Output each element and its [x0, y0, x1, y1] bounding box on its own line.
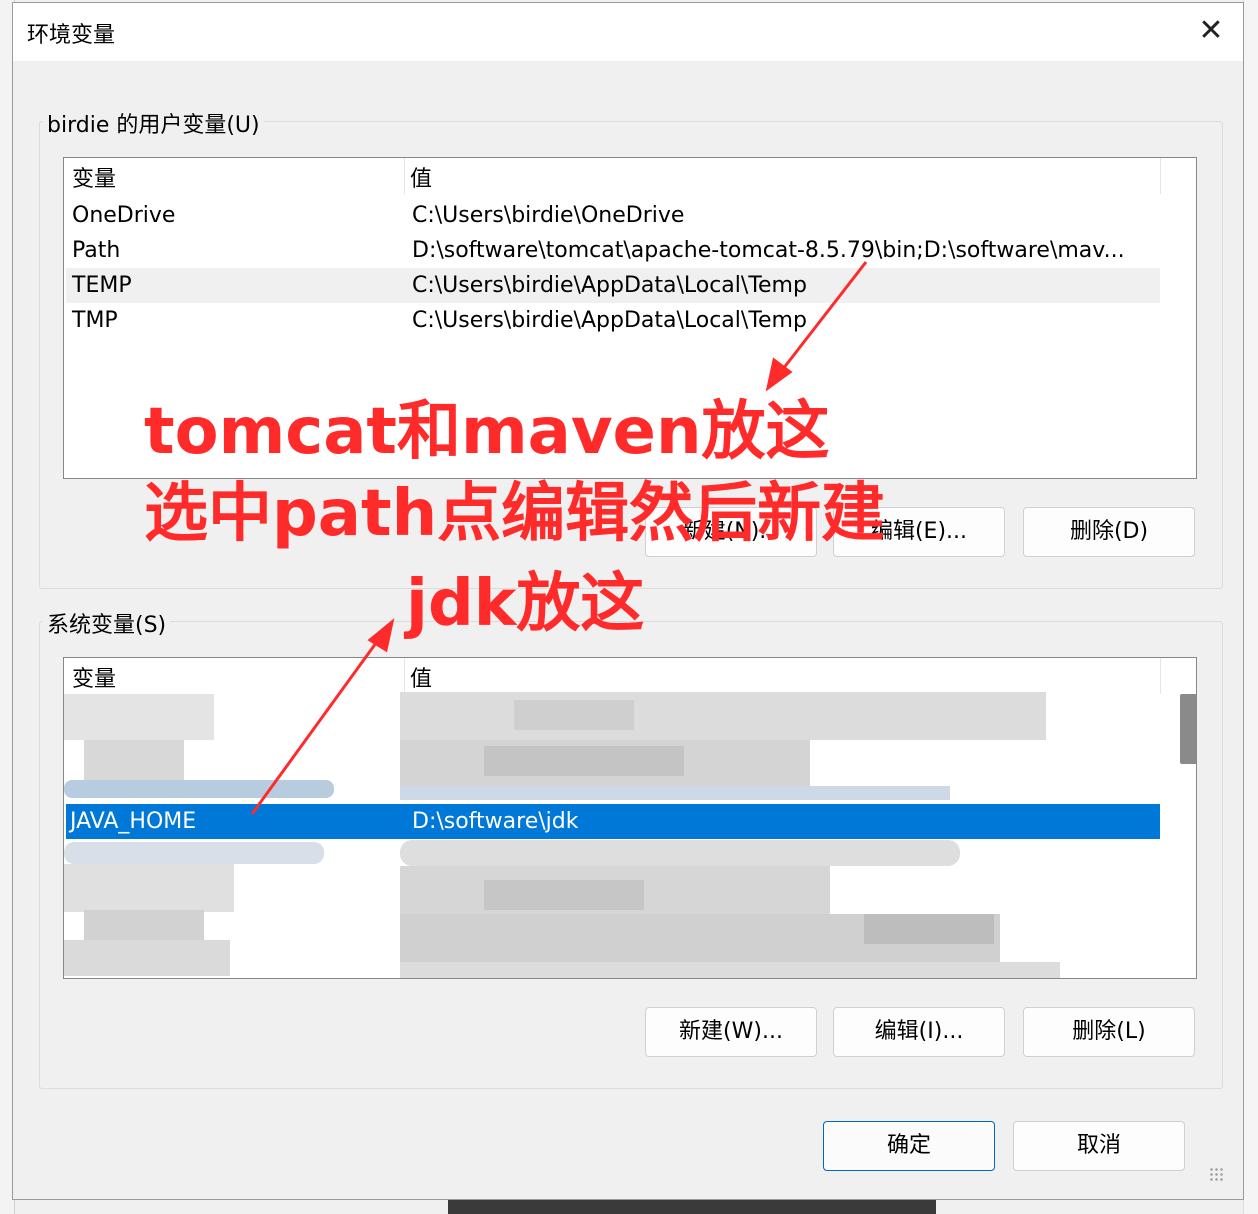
scrollbar-thumb[interactable]: [1180, 694, 1196, 764]
annotation-line-2: 选中path点编辑然后新建: [144, 477, 886, 551]
column-header-value[interactable]: 值: [410, 158, 432, 194]
variable-value: D:\software\jdk: [412, 809, 579, 834]
column-header-value[interactable]: 值: [410, 658, 432, 694]
system-new-button[interactable]: 新建(W)...: [645, 1007, 817, 1057]
column-separator: [404, 658, 405, 694]
ok-button[interactable]: 确定: [823, 1121, 995, 1171]
blurred-rows-top: [64, 690, 1164, 800]
table-row[interactable]: Path D:\software\tomcat\apache-tomcat-8.…: [66, 233, 1160, 268]
variable-name: TMP: [72, 308, 118, 333]
close-icon[interactable]: ✕: [1191, 13, 1231, 49]
column-separator: [404, 158, 405, 194]
system-list-scrollbar[interactable]: [1176, 694, 1196, 976]
annotation-line-3: jdk放这: [406, 567, 645, 641]
variable-name: TEMP: [72, 273, 132, 298]
variable-value: C:\Users\birdie\OneDrive: [412, 203, 685, 228]
table-row[interactable]: TEMP C:\Users\birdie\AppData\Local\Temp: [66, 268, 1160, 303]
title-bar: 环境变量 ✕: [13, 3, 1243, 61]
system-variables-label: 系统变量(S): [43, 607, 171, 639]
background-taskbar-fragment: [448, 1200, 936, 1214]
column-separator: [1160, 158, 1161, 194]
blurred-rows-bottom: [64, 840, 1164, 978]
column-separator: [1160, 658, 1161, 694]
system-delete-button[interactable]: 删除(L): [1023, 1007, 1195, 1057]
variable-value: C:\Users\birdie\AppData\Local\Temp: [412, 308, 807, 333]
variable-name: JAVA_HOME: [70, 809, 197, 834]
variable-name: Path: [72, 238, 121, 263]
table-row-selected[interactable]: JAVA_HOME D:\software\jdk: [66, 804, 1160, 839]
column-header-variable[interactable]: 变量: [72, 658, 116, 694]
table-row[interactable]: OneDrive C:\Users\birdie\OneDrive: [66, 198, 1160, 233]
user-delete-button[interactable]: 删除(D): [1023, 507, 1195, 557]
annotation-line-1: tomcat和maven放这: [144, 395, 830, 469]
system-variables-list[interactable]: 变量 值 JAVA_HOME D:\software\jdk: [63, 657, 1197, 979]
variable-name: OneDrive: [72, 203, 176, 228]
background-window-right: [1243, 0, 1258, 1214]
user-variables-label: birdie 的用户变量(U): [43, 107, 264, 139]
system-edit-button[interactable]: 编辑(I)...: [833, 1007, 1005, 1057]
column-header-variable[interactable]: 变量: [72, 158, 116, 194]
variable-value: D:\software\tomcat\apache-tomcat-8.5.79\…: [412, 238, 1125, 263]
dialog-title: 环境变量: [27, 23, 116, 48]
cancel-button[interactable]: 取消: [1013, 1121, 1185, 1171]
resize-grip-icon[interactable]: [1209, 1167, 1223, 1181]
table-row[interactable]: TMP C:\Users\birdie\AppData\Local\Temp: [66, 303, 1160, 338]
variable-value: C:\Users\birdie\AppData\Local\Temp: [412, 273, 807, 298]
